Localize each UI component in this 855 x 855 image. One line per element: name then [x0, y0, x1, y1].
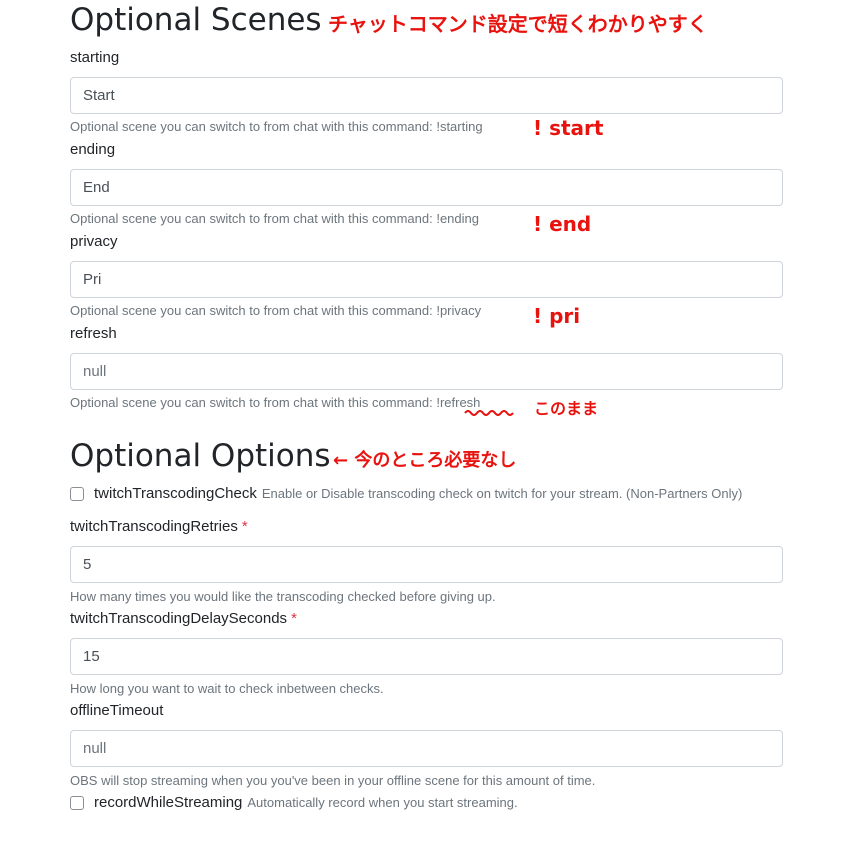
record-check-desc: Automatically record when you start stre… — [247, 795, 518, 810]
retries-input[interactable] — [70, 546, 783, 583]
refresh-help: Optional scene you can switch to from ch… — [70, 395, 481, 410]
starting-annotation: ! start — [533, 116, 604, 140]
transcoding-check-row[interactable]: twitchTranscodingCheck Enable or Disable… — [70, 485, 742, 502]
delay-help: How long you want to wait to check inbet… — [70, 681, 384, 696]
privacy-help: Optional scene you can switch to from ch… — [70, 303, 482, 318]
record-checkbox[interactable] — [70, 795, 84, 810]
delay-required-marker: * — [291, 610, 297, 627]
record-check-label[interactable]: recordWhileStreaming — [94, 794, 242, 811]
ending-input[interactable] — [70, 169, 783, 206]
transcoding-check-desc: Enable or Disable transcoding check on t… — [261, 486, 743, 501]
starting-input[interactable] — [70, 77, 783, 114]
ending-help: Optional scene you can switch to from ch… — [70, 211, 479, 226]
privacy-annotation: ! pri — [533, 304, 581, 328]
offline-timeout-label: offlineTimeout — [70, 702, 164, 719]
transcoding-checkbox[interactable] — [70, 486, 84, 501]
ending-annotation: ! end — [533, 212, 592, 236]
retries-label: twitchTranscodingRetries * — [70, 518, 248, 536]
privacy-label: privacy — [70, 233, 118, 250]
retries-help: How many times you would like the transc… — [70, 589, 496, 604]
scenes-heading: Optional Scenes — [70, 2, 322, 38]
delay-label-text: twitchTranscodingDelaySeconds — [70, 610, 288, 627]
ending-label: ending — [70, 141, 116, 158]
refresh-label: refresh — [70, 325, 117, 342]
privacy-input[interactable] — [70, 261, 783, 298]
options-heading: Optional Options — [70, 438, 331, 474]
scenes-annotation: チャットコマンド設定で短くわかりやすく — [328, 12, 708, 36]
transcoding-check-label[interactable]: twitchTranscodingCheck — [94, 485, 257, 502]
delay-input[interactable] — [70, 638, 783, 675]
refresh-input[interactable] — [70, 353, 783, 390]
offline-timeout-help: OBS will stop streaming when you you've … — [70, 773, 596, 788]
starting-label: starting — [70, 49, 120, 66]
retries-required-marker: * — [241, 518, 248, 535]
offline-timeout-input[interactable] — [70, 730, 783, 767]
refresh-underline-mark — [464, 410, 514, 416]
delay-label: twitchTranscodingDelaySeconds * — [70, 610, 297, 628]
starting-help: Optional scene you can switch to from ch… — [70, 119, 483, 134]
options-annotation: ← 今のところ必要なし — [333, 450, 517, 471]
retries-label-text: twitchTranscodingRetries — [70, 518, 238, 535]
refresh-annotation: このまま — [534, 399, 599, 418]
record-check-row[interactable]: recordWhileStreaming Automatically recor… — [70, 794, 518, 811]
